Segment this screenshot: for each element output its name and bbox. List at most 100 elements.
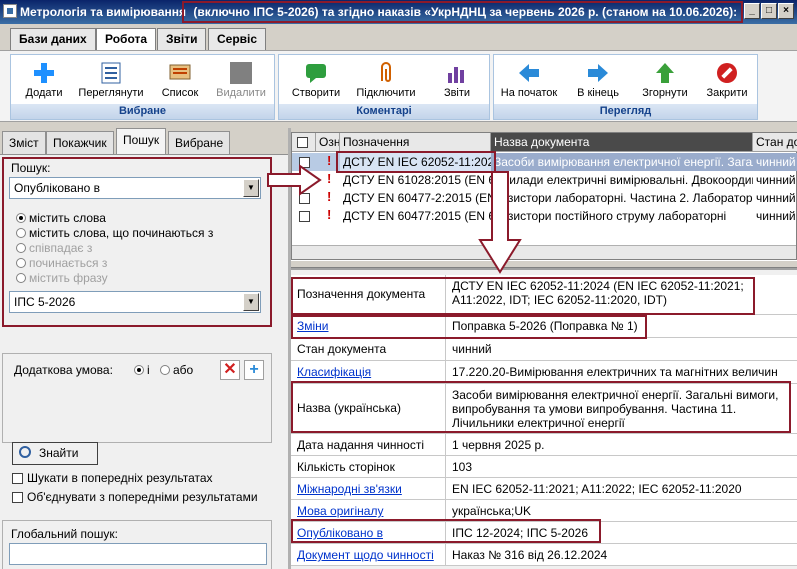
option-contains-words[interactable]: містить слова — [16, 211, 213, 226]
list-icon — [169, 64, 191, 80]
table-row[interactable]: ! ДСТУ EN 60477:2015 (EN 60477:1997) Рез… — [292, 207, 797, 225]
go-start-label: На початок — [500, 87, 558, 99]
option-starts-words[interactable]: містить слова, що починаються з — [16, 226, 213, 241]
option-phrase[interactable]: містить фразу — [16, 271, 213, 286]
radio-icon — [16, 243, 26, 253]
horizontal-splitter[interactable] — [291, 260, 797, 268]
row-code: ДСТУ EN 61028:2015 (EN 61028:1991) — [343, 173, 491, 187]
merge-results-checkbox[interactable]: Об'єднувати з попередніми результатами — [12, 490, 258, 504]
detail-key-link[interactable]: Класифікація — [291, 361, 446, 383]
search-field-select[interactable]: Опубліковано в ▼ — [9, 177, 261, 199]
checkbox-icon[interactable] — [299, 211, 310, 222]
minimize-button[interactable]: _ — [744, 3, 760, 19]
create-comment-label: Створити — [291, 87, 341, 99]
comment-reports-label: Звіти — [443, 87, 471, 99]
detail-row-effective-date: Дата надання чинності 1 червня 2025 р. — [291, 434, 797, 456]
detail-value: 17.220.20-Вимірювання електричних та маг… — [452, 365, 778, 379]
option-equals[interactable]: співпадає з — [16, 241, 213, 256]
row-title: Резистори лабораторні. Частина 2. Лабора… — [494, 191, 753, 205]
maximize-button[interactable]: □ — [761, 3, 777, 19]
warning-exclamation-icon: ! — [327, 207, 332, 222]
search-prev-results-checkbox[interactable]: Шукати в попередніх результатах — [12, 471, 213, 485]
detail-row-status: Стан документа чинний — [291, 338, 797, 361]
checkbox-icon[interactable] — [299, 175, 310, 186]
table-row[interactable]: ! ДСТУ EN 61028:2015 (EN 61028:1991) При… — [292, 171, 797, 189]
row-status: чинний — [756, 173, 796, 187]
or-radio[interactable]: або — [160, 363, 193, 377]
detail-key-link[interactable]: Документ щодо чинності — [291, 544, 446, 565]
go-end-button[interactable]: В кінець — [566, 58, 630, 104]
comment-reports-button[interactable]: Звіти — [429, 58, 485, 104]
remove-condition-button[interactable]: ✕ — [220, 360, 240, 380]
create-comment-button[interactable]: Створити — [283, 58, 349, 104]
delete-icon — [230, 62, 252, 84]
radio-icon — [160, 365, 170, 375]
ribbon-tab-work[interactable]: Робота — [96, 28, 157, 51]
row-code: ДСТУ EN 60477:2015 (EN 60477:1997) — [343, 209, 491, 223]
close-doc-button[interactable]: Закрити — [698, 58, 756, 104]
and-radio[interactable]: і — [134, 363, 150, 377]
row-status: чинний — [756, 191, 796, 205]
ribbon: Додати Переглянути Список Видалити Вибра… — [0, 50, 797, 122]
paperclip-icon — [381, 62, 391, 82]
delete-label: Видалити — [216, 87, 266, 99]
search-panel: Пошук: Опубліковано в ▼ містить слова мі… — [0, 154, 288, 569]
select-all-header[interactable] — [292, 133, 316, 152]
magnifier-icon — [19, 446, 31, 458]
close-doc-label: Закрити — [706, 87, 748, 99]
global-search-label: Глобальний пошук: — [11, 527, 118, 541]
search-value-select[interactable]: ІПС 5-2026 ▼ — [9, 291, 261, 313]
chevron-down-icon: ▼ — [243, 179, 259, 197]
find-label: Знайти — [39, 446, 79, 460]
published-highlight-box — [291, 519, 601, 543]
tab-index[interactable]: Покажчик — [46, 131, 114, 154]
group-favorites-label: Вибране — [11, 104, 274, 119]
detail-value: чинний — [452, 342, 492, 356]
radio-icon — [16, 273, 26, 283]
checkbox-icon — [297, 137, 308, 148]
search-value: ІПС 5-2026 — [14, 295, 76, 309]
table-row[interactable]: ! ДСТУ EN 60477-2:2015 (EN 60477-2:1997)… — [292, 189, 797, 207]
add-icon — [34, 63, 54, 83]
add-button[interactable]: Додати — [15, 58, 73, 104]
detail-key: Стан документа — [291, 338, 446, 360]
warning-exclamation-icon: ! — [327, 153, 332, 168]
title-header[interactable]: Назва документа — [491, 133, 753, 152]
group-view-label: Перегляд — [494, 104, 757, 119]
add-condition-button[interactable]: + — [244, 360, 264, 380]
code-header[interactable]: Позначення — [340, 133, 491, 152]
status-header[interactable]: Стан док — [753, 133, 797, 152]
tab-favorites[interactable]: Вибране — [168, 131, 231, 154]
ribbon-tab-reports[interactable]: Звіти — [157, 28, 207, 51]
checkbox-icon[interactable] — [299, 193, 310, 204]
detail-value: Наказ № 316 від 26.12.2024 — [452, 548, 608, 562]
title-highlight-box — [182, 1, 743, 23]
collapse-label: Згорнути — [642, 87, 688, 99]
radio-icon — [134, 365, 144, 375]
tab-contents[interactable]: Зміст — [2, 131, 46, 154]
mark-header[interactable]: Озн — [316, 133, 340, 152]
checkbox-icon — [12, 473, 23, 484]
radio-icon — [16, 258, 26, 268]
checkbox-icon[interactable] — [299, 157, 310, 168]
delete-button[interactable]: Видалити — [211, 58, 271, 104]
horizontal-scrollbar[interactable] — [292, 245, 796, 259]
add-label: Додати — [25, 87, 63, 99]
detail-key-link[interactable]: Мова оригіналу — [291, 500, 446, 521]
go-start-button[interactable]: На початок — [496, 58, 562, 104]
global-search-input[interactable] — [9, 543, 267, 565]
close-window-button[interactable]: × — [778, 3, 794, 19]
tab-search[interactable]: Пошук — [116, 128, 167, 154]
find-button[interactable]: Знайти — [12, 442, 98, 465]
attach-button[interactable]: Підключити — [351, 58, 421, 104]
list-button[interactable]: Список — [151, 58, 209, 104]
title-highlight-box — [291, 381, 791, 433]
selected-row-highlight-box — [336, 151, 496, 173]
collapse-button[interactable]: Згорнути — [634, 58, 696, 104]
ribbon-tab-databases[interactable]: Бази даних — [10, 28, 96, 51]
detail-key-link[interactable]: Міжнародні зв'язки — [291, 478, 446, 499]
ribbon-tab-service[interactable]: Сервіс — [208, 28, 267, 51]
view-button[interactable]: Переглянути — [75, 58, 147, 104]
option-starts-with[interactable]: починається з — [16, 256, 213, 271]
detail-row-validity-doc: Документ щодо чинності Наказ № 316 від 2… — [291, 544, 797, 566]
